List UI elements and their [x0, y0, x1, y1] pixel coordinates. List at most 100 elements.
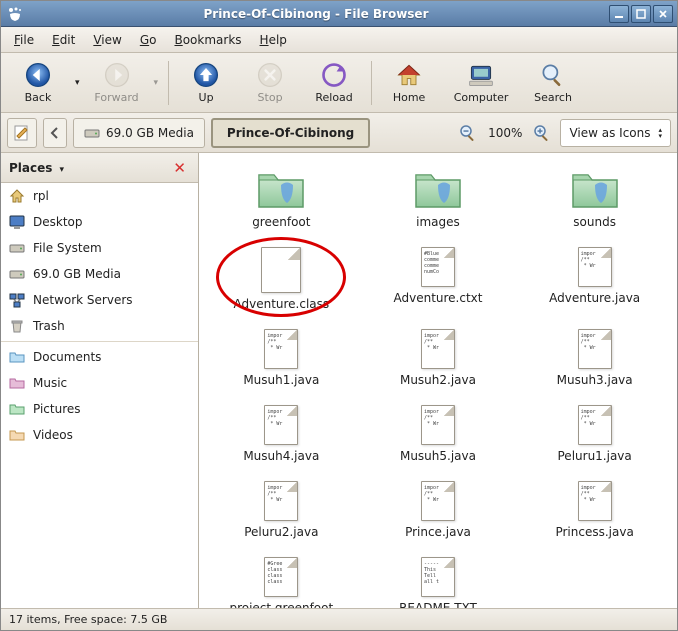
up-button[interactable]: Up	[175, 57, 237, 108]
file-label: Musuh5.java	[400, 449, 476, 463]
edit-icon	[13, 124, 31, 142]
file-label: greenfoot	[252, 215, 310, 229]
file-item[interactable]: impor /** * WrMusuh2.java	[363, 325, 513, 391]
menu-bookmarks[interactable]: Bookmarks	[167, 30, 248, 50]
folder-vid-icon	[9, 427, 25, 443]
file-item[interactable]: #Gree class class class project.greenfoot	[206, 553, 356, 608]
file-item[interactable]: images	[363, 161, 513, 233]
file-label: Musuh2.java	[400, 373, 476, 387]
back-button[interactable]: Back	[7, 57, 69, 108]
statusbar-text: 17 items, Free space: 7.5 GB	[9, 613, 167, 626]
file-item[interactable]: impor /** * WrPrincess.java	[520, 477, 670, 543]
file-item[interactable]: impor /** * WrAdventure.java	[520, 243, 670, 315]
location-parent-button[interactable]	[43, 118, 67, 148]
forward-icon	[103, 61, 131, 89]
file-icon: #Gree class class class	[264, 557, 298, 597]
sidebar-item-media69[interactable]: 69.0 GB Media	[1, 261, 198, 287]
file-icon: ----- This Tell all t	[421, 557, 455, 597]
minimize-button[interactable]	[609, 5, 629, 23]
sidebar-title[interactable]: Places ▾	[9, 161, 169, 175]
drive-icon	[9, 240, 25, 256]
toolbar-label: Reload	[315, 91, 352, 104]
file-item[interactable]: ----- This Tell all tREADME.TXT	[363, 553, 513, 608]
sidebar-item-music[interactable]: Music	[1, 370, 198, 396]
folder-pic-icon	[9, 401, 25, 417]
file-label: sounds	[573, 215, 616, 229]
stop-icon	[256, 61, 284, 89]
file-view[interactable]: greenfoot images sounds Adventure.class #Blu…	[199, 153, 677, 608]
chevron-left-icon	[50, 127, 60, 139]
location-toggle-button[interactable]	[7, 118, 37, 148]
toolbar-label: Up	[199, 91, 214, 104]
file-label: Musuh4.java	[243, 449, 319, 463]
search-icon	[539, 61, 567, 89]
file-icon	[261, 247, 301, 293]
sidebar-item-rpl[interactable]: rpl	[1, 183, 198, 209]
sidebar-item-network[interactable]: Network Servers	[1, 287, 198, 313]
close-button[interactable]	[653, 5, 673, 23]
sidebar-item-filesystem[interactable]: File System	[1, 235, 198, 261]
folder-doc-icon	[9, 349, 25, 365]
home-button[interactable]: Home	[378, 57, 440, 108]
file-icon: impor /** * Wr	[421, 481, 455, 521]
menu-view[interactable]: View	[86, 30, 128, 50]
reload-button[interactable]: Reload	[303, 57, 365, 108]
window-title: Prince-Of-Cibinong - File Browser	[23, 7, 609, 21]
menu-edit[interactable]: Edit	[45, 30, 82, 50]
sidebar-item-documents[interactable]: Documents	[1, 344, 198, 370]
file-item[interactable]: greenfoot	[206, 161, 356, 233]
file-item[interactable]: impor /** * WrMusuh1.java	[206, 325, 356, 391]
file-icon	[256, 165, 306, 211]
sidebar-item-label: Videos	[33, 428, 73, 442]
file-item[interactable]: impor /** * WrMusuh3.java	[520, 325, 670, 391]
menu-go[interactable]: Go	[133, 30, 164, 50]
menu-file[interactable]: File	[7, 30, 41, 50]
zoom-in-button[interactable]	[530, 121, 554, 145]
statusbar: 17 items, Free space: 7.5 GB	[1, 608, 677, 630]
path-segment-label: Prince-Of-Cibinong	[227, 126, 354, 140]
sidebar-item-videos[interactable]: Videos	[1, 422, 198, 448]
sidebar-close-button[interactable]: ✕	[169, 159, 190, 177]
app-icon	[7, 6, 23, 22]
maximize-button[interactable]	[631, 5, 651, 23]
path-segment-current[interactable]: Prince-Of-Cibinong	[211, 118, 370, 148]
sidebar-item-pictures[interactable]: Pictures	[1, 396, 198, 422]
file-item[interactable]: impor /** * WrPeluru2.java	[206, 477, 356, 543]
path-segment-media[interactable]: 69.0 GB Media	[73, 118, 205, 148]
main-toolbar: Back ▾ Forward ▾ Up Stop Reload Home Com…	[1, 53, 677, 113]
sidebar-item-label: Trash	[33, 319, 65, 333]
zoom-percent-label: 100%	[484, 126, 526, 140]
sidebar-item-label: Documents	[33, 350, 101, 364]
zoom-out-button[interactable]	[456, 121, 480, 145]
file-label: Peluru1.java	[558, 449, 632, 463]
file-item[interactable]: impor /** * WrMusuh5.java	[363, 401, 513, 467]
file-item[interactable]: #Blue comme comme numCoAdventure.ctxt	[363, 243, 513, 315]
chevron-down-icon: ▾	[56, 165, 64, 175]
zoom-out-icon	[459, 124, 477, 142]
file-label: Musuh3.java	[557, 373, 633, 387]
location-bar: 69.0 GB Media Prince-Of-Cibinong 100% Vi…	[1, 113, 677, 153]
drive-icon	[9, 266, 25, 282]
file-label: project.greenfoot	[229, 601, 333, 608]
file-icon: impor /** * Wr	[264, 481, 298, 521]
forward-history-dropdown: ▾	[150, 74, 163, 92]
desktop-icon	[9, 214, 25, 230]
sidebar-item-trash[interactable]: Trash	[1, 313, 198, 339]
file-label: Adventure.class	[233, 297, 329, 311]
file-icon: impor /** * Wr	[578, 405, 612, 445]
computer-button[interactable]: Computer	[442, 57, 520, 108]
menu-help[interactable]: Help	[253, 30, 294, 50]
file-item[interactable]: impor /** * WrMusuh4.java	[206, 401, 356, 467]
sidebar-divider	[1, 341, 198, 342]
back-history-dropdown[interactable]: ▾	[71, 74, 84, 92]
sidebar-header: Places ▾ ✕	[1, 153, 198, 183]
file-icon: impor /** * Wr	[264, 329, 298, 369]
sidebar-item-desktop[interactable]: Desktop	[1, 209, 198, 235]
search-button[interactable]: Search	[522, 57, 584, 108]
file-item[interactable]: Adventure.class	[206, 243, 356, 315]
view-mode-selector[interactable]: View as Icons ▴▾	[560, 119, 671, 147]
file-item[interactable]: impor /** * Wr Peluru1.java	[520, 401, 670, 467]
file-item[interactable]: sounds	[520, 161, 670, 233]
back-icon	[24, 61, 52, 89]
file-item[interactable]: impor /** * WrPrince.java	[363, 477, 513, 543]
